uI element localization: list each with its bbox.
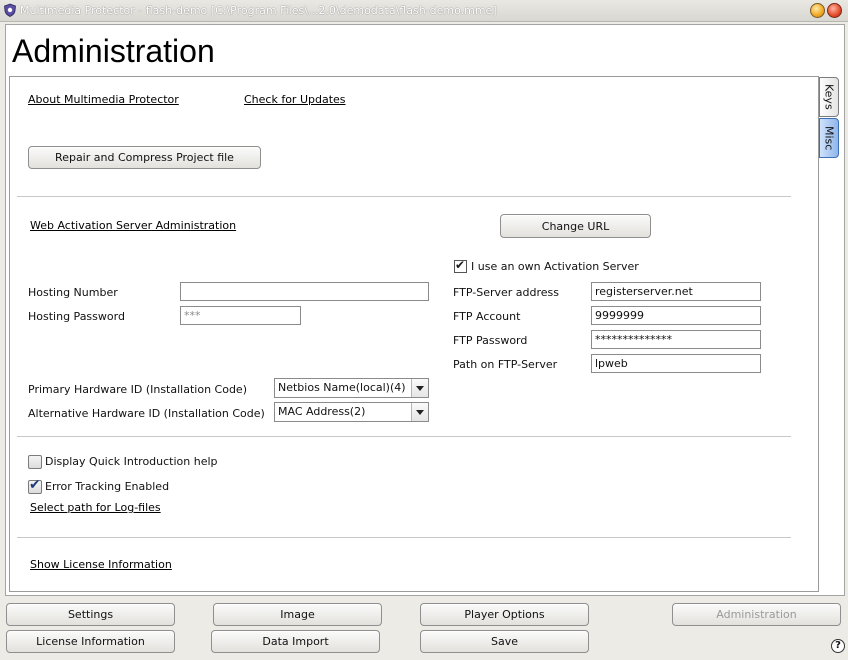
primary-hardware-label: Primary Hardware ID (Installation Code) <box>28 383 247 396</box>
hosting-number-label: Hosting Number <box>28 286 118 299</box>
ftp-password-label: FTP Password <box>453 334 528 347</box>
divider <box>17 537 791 538</box>
web-activation-heading[interactable]: Web Activation Server Administration <box>30 219 236 232</box>
show-license-link[interactable]: Show License Information <box>30 558 172 571</box>
chevron-down-icon[interactable] <box>411 403 428 421</box>
repair-compress-button[interactable]: Repair and Compress Project file <box>28 146 261 169</box>
check-updates-link[interactable]: Check for Updates <box>244 93 346 106</box>
administration-button[interactable]: Administration <box>672 603 841 626</box>
ftp-server-input[interactable]: registerserver.net <box>591 282 761 301</box>
ftp-password-input[interactable]: ************** <box>591 330 761 349</box>
error-tracking-checkbox[interactable] <box>28 477 42 494</box>
quick-intro-label: Display Quick Introduction help <box>45 455 218 468</box>
settings-button[interactable]: Settings <box>6 603 175 626</box>
tab-misc-label: Misc <box>822 125 836 151</box>
hosting-number-input[interactable] <box>180 282 429 301</box>
ftp-path-label: Path on FTP-Server <box>453 358 558 371</box>
about-link[interactable]: About Multimedia Protector <box>28 93 179 106</box>
hosting-password-input[interactable]: *** <box>180 306 301 325</box>
tab-keys[interactable]: Keys <box>819 77 839 117</box>
help-icon[interactable]: ? <box>831 639 845 653</box>
license-information-button[interactable]: License Information <box>6 630 175 653</box>
app-shield-icon <box>4 3 16 17</box>
alternative-hardware-label: Alternative Hardware ID (Installation Co… <box>28 407 265 420</box>
error-tracking-label: Error Tracking Enabled <box>45 480 170 493</box>
change-url-button[interactable]: Change URL <box>500 214 651 238</box>
data-import-button[interactable]: Data Import <box>211 630 380 653</box>
own-server-checkbox[interactable] <box>454 258 467 273</box>
ftp-account-label: FTP Account <box>453 310 521 323</box>
ftp-server-label: FTP-Server address <box>453 286 559 299</box>
window-title: Multimedia Protector - flash-demo [C:\Pr… <box>20 4 497 17</box>
own-server-label: I use an own Activation Server <box>471 260 639 273</box>
page-title: Administration <box>12 33 215 69</box>
alternative-hardware-value: MAC Address(2) <box>278 405 366 418</box>
title-bar[interactable]: Multimedia Protector - flash-demo [C:\Pr… <box>0 0 848 22</box>
primary-hardware-value: Netbios Name(local)(4) <box>278 381 406 394</box>
tab-keys-label: Keys <box>822 84 836 110</box>
divider <box>17 196 791 197</box>
primary-hardware-select[interactable]: Netbios Name(local)(4) <box>274 378 429 398</box>
tab-misc[interactable]: Misc <box>819 118 839 158</box>
divider <box>17 436 791 437</box>
player-options-button[interactable]: Player Options <box>420 603 589 626</box>
quick-intro-checkbox[interactable] <box>28 455 42 469</box>
ftp-path-input[interactable]: lpweb <box>591 354 761 373</box>
hosting-password-label: Hosting Password <box>28 310 125 323</box>
alternative-hardware-select[interactable]: MAC Address(2) <box>274 402 429 422</box>
close-button[interactable] <box>827 3 842 18</box>
save-button[interactable]: Save <box>420 630 589 653</box>
chevron-down-icon[interactable] <box>411 379 428 397</box>
log-path-link[interactable]: Select path for Log-files <box>30 501 161 514</box>
minimize-button[interactable] <box>810 3 825 18</box>
ftp-account-input[interactable]: 9999999 <box>591 306 761 325</box>
image-button[interactable]: Image <box>213 603 382 626</box>
